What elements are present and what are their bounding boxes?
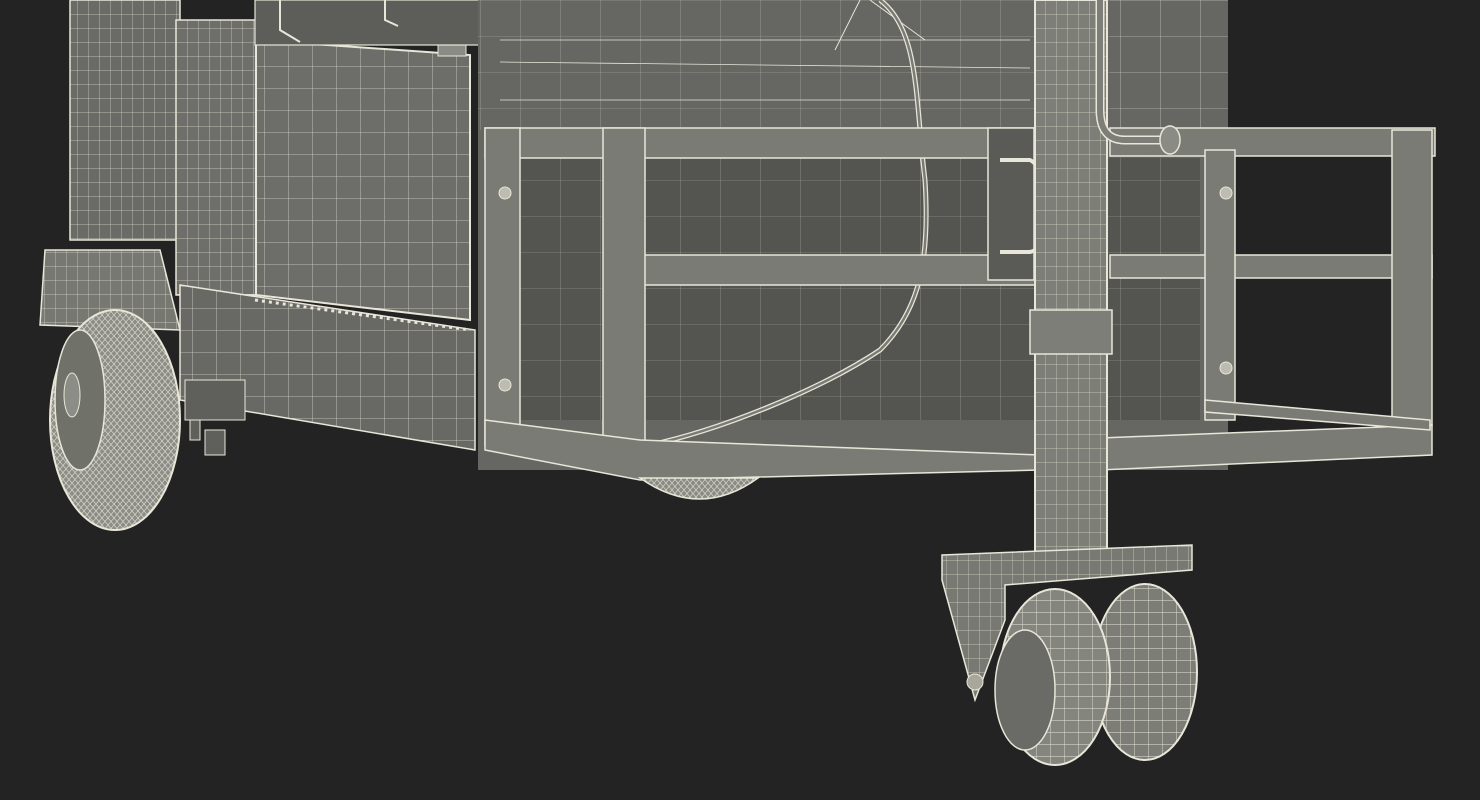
rack-handle [987,127,1042,281]
left-wheel [49,309,181,531]
far-wheel [637,477,761,500]
upper-body [254,0,481,46]
axle-details [184,379,246,456]
trailer-wireframe-svg [39,0,1436,766]
render-viewport [0,0,1480,800]
side-door-panel [255,38,471,322]
